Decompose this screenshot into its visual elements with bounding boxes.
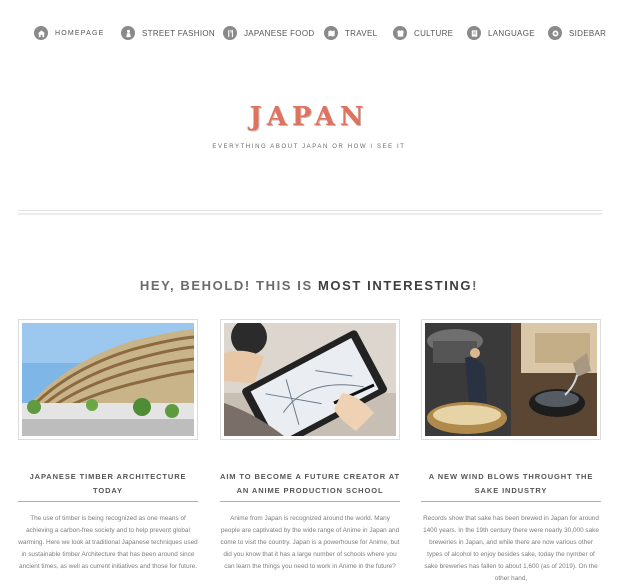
section-headline: HEY, BEHOLD! THIS IS MOST INTERESTING! xyxy=(0,278,618,293)
language-icon xyxy=(467,26,481,40)
map-icon xyxy=(324,26,338,40)
card-title[interactable]: Aim to Become a Future Creator at an Ani… xyxy=(220,470,400,502)
article-card-sake: A New Wind Blows Throught the Sake Indus… xyxy=(421,319,601,585)
home-icon xyxy=(34,26,48,40)
nav-item-culture[interactable]: Culture xyxy=(393,26,453,40)
site-tagline: Everything about Japan or how I see it xyxy=(212,144,406,150)
nav-item-language[interactable]: Language xyxy=(467,26,535,40)
sake-brewery-photo[interactable] xyxy=(421,319,601,440)
timber-stadium-photo[interactable] xyxy=(18,319,198,440)
site-header: JAPAN Everything about Japan or how I se… xyxy=(0,102,618,150)
gear-icon xyxy=(548,26,562,40)
card-excerpt: The use of timber is being recognized as… xyxy=(18,515,198,570)
headline-tail: ! xyxy=(472,278,479,293)
anime-drawing-photo[interactable] xyxy=(220,319,400,440)
article-card-anime: Aim to Become a Future Creator at an Ani… xyxy=(220,319,400,573)
site-title[interactable]: JAPAN xyxy=(0,102,618,132)
main-navigation: Homepage Street Fashion Japanese Food Tr… xyxy=(34,26,606,44)
nav-label-sidebar: Sidebar xyxy=(569,28,607,38)
card-title[interactable]: A New Wind Blows Throught the Sake Indus… xyxy=(421,470,601,502)
nav-item-japanese-food[interactable]: Japanese Food xyxy=(223,26,314,40)
nav-item-sidebar[interactable]: Sidebar xyxy=(548,26,606,40)
utensils-icon xyxy=(223,26,237,40)
nav-label-street-fashion: Street Fashion xyxy=(142,28,215,38)
nav-label-language: Language xyxy=(488,28,535,38)
card-excerpt: Records show that sake has been brewed i… xyxy=(423,515,599,582)
headline-emphasis: MOST INTERESTING xyxy=(317,278,473,293)
nav-label-japanese-food: Japanese Food xyxy=(244,28,315,38)
header-divider xyxy=(18,210,602,215)
headline-lead: HEY, BEHOLD! THIS IS xyxy=(139,278,318,293)
nav-item-street-fashion[interactable]: Street Fashion xyxy=(121,26,215,40)
nav-label-homepage: Homepage xyxy=(55,29,105,37)
person-icon xyxy=(121,26,135,40)
culture-icon xyxy=(393,26,407,40)
article-card-timber: Japanese Timber Architecture Today The u… xyxy=(18,319,198,573)
nav-label-culture: Culture xyxy=(414,28,454,38)
card-excerpt: Anime from Japan is recognized around th… xyxy=(220,515,400,570)
nav-item-travel[interactable]: Travel xyxy=(324,26,377,40)
nav-label-travel: Travel xyxy=(345,28,378,38)
nav-item-homepage[interactable]: Homepage xyxy=(34,26,105,40)
card-title[interactable]: Japanese Timber Architecture Today xyxy=(18,470,198,502)
